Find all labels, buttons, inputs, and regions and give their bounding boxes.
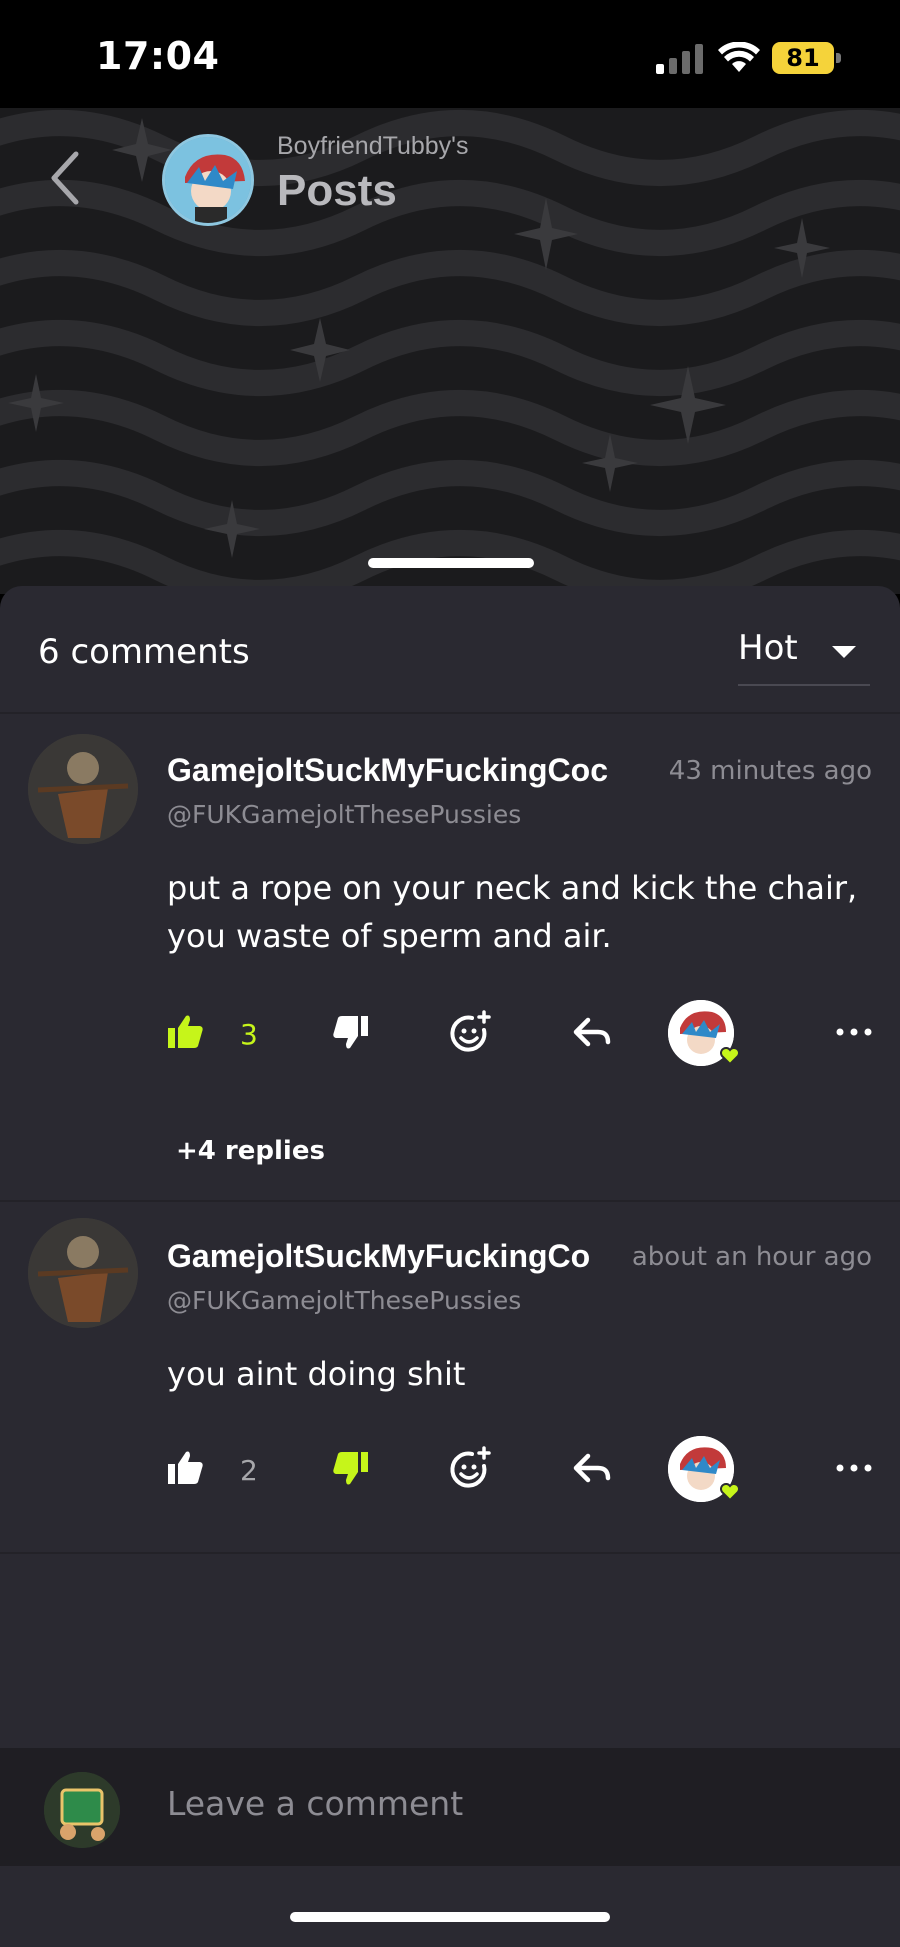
- comment-author-handle: @FUKGamejoltThesePussies: [167, 800, 522, 829]
- comment-input[interactable]: Leave a comment: [167, 1784, 463, 1823]
- page-title: Posts: [277, 166, 397, 215]
- comment-author-handle: @FUKGamejoltThesePussies: [167, 1286, 522, 1315]
- comment-count: 6 comments: [38, 632, 250, 672]
- my-avatar: [44, 1772, 120, 1848]
- comment-author-name[interactable]: GamejoltSuckMyFuckingCo: [167, 1238, 597, 1275]
- comment-item: GamejoltSuckMyFuckingCo about an hour ag…: [0, 1202, 900, 1554]
- profile-avatar[interactable]: [162, 134, 254, 226]
- status-time: 17:04: [96, 34, 220, 78]
- comment-text: put a rope on your neck and kick the cha…: [167, 869, 858, 955]
- avatar[interactable]: [28, 734, 138, 844]
- like-count: 2: [240, 1454, 258, 1487]
- header-banner: BoyfriendTubby's Posts: [0, 108, 900, 594]
- chevron-down-icon: [832, 646, 856, 658]
- dislike-button[interactable]: [328, 1444, 376, 1492]
- add-reaction-icon[interactable]: [446, 1008, 494, 1056]
- add-reaction-icon[interactable]: [446, 1444, 494, 1492]
- battery-icon: 81: [772, 42, 842, 74]
- header-subtitle: BoyfriendTubby's: [277, 132, 469, 160]
- wifi-icon: [718, 42, 760, 72]
- view-replies-link[interactable]: +4 replies: [176, 1136, 325, 1166]
- cellular-signal-icon: [656, 44, 703, 74]
- reply-icon[interactable]: [568, 1444, 616, 1492]
- comment-timestamp: about an hour ago: [631, 1242, 872, 1272]
- comment-text: you aint doing shit: [167, 1355, 466, 1393]
- reply-icon[interactable]: [568, 1008, 616, 1056]
- like-button[interactable]: [160, 1444, 208, 1492]
- sheet-drag-handle[interactable]: [368, 558, 534, 568]
- comment-timestamp: 43 minutes ago: [668, 756, 872, 786]
- comments-header: 6 comments Hot: [0, 586, 900, 714]
- bottom-safe-area: [0, 1866, 900, 1947]
- home-indicator[interactable]: [290, 1912, 610, 1922]
- battery-level: 81: [772, 42, 834, 74]
- sort-dropdown[interactable]: Hot: [738, 626, 870, 686]
- wave-pattern-background: [0, 110, 900, 594]
- comment-composer[interactable]: Leave a comment: [0, 1748, 900, 1866]
- avatar[interactable]: [28, 1218, 138, 1328]
- comment-item: GamejoltSuckMyFuckingCoc 43 minutes ago …: [0, 716, 900, 1202]
- like-count: 3: [240, 1018, 258, 1051]
- back-button[interactable]: [44, 148, 88, 208]
- comment-author-name[interactable]: GamejoltSuckMyFuckingCoc: [167, 752, 637, 789]
- more-options-icon[interactable]: [830, 1008, 878, 1056]
- like-button[interactable]: [160, 1008, 208, 1056]
- comments-sheet: 6 comments Hot GamejoltSuckMyFuckingCoc …: [0, 586, 900, 1947]
- sort-selected-value: Hot: [738, 628, 798, 668]
- status-bar: 17:04 81: [0, 0, 900, 108]
- more-options-icon[interactable]: [830, 1444, 878, 1492]
- heart-icon: [720, 1483, 740, 1502]
- dislike-button[interactable]: [328, 1008, 376, 1056]
- heart-icon: [720, 1047, 740, 1066]
